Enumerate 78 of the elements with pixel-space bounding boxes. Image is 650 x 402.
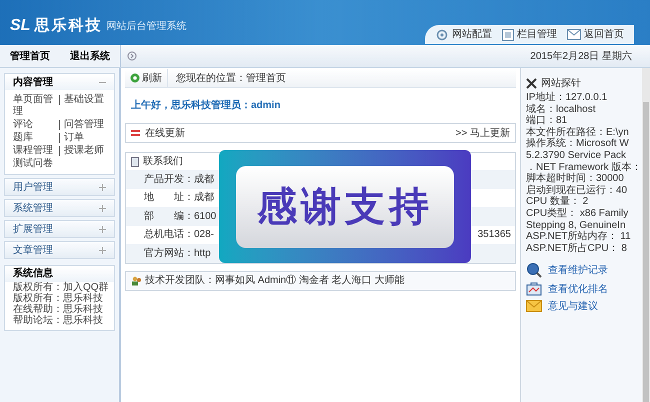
probe-line: ASP.NET所占CPU： 8	[526, 242, 628, 254]
menu-title: 文章管理	[13, 244, 53, 258]
refresh-icon	[130, 73, 140, 83]
breadcrumb: 您现在的位置：管理首页	[175, 72, 286, 86]
info-line: 版权所有：思乐科技	[12, 293, 104, 304]
probe-line: 本文件所在路径：E:\yn	[526, 126, 630, 138]
plus-icon	[99, 204, 106, 212]
probe-line: ASP.NET所站内存： 11	[526, 231, 632, 242]
menu-header[interactable]: 文章管理	[5, 242, 114, 258]
probe-link[interactable]: 意见与建议	[548, 300, 598, 312]
update-title: 在线更新	[145, 126, 185, 140]
top-tab[interactable]: 管理首页	[10, 48, 50, 64]
menu-link[interactable]: 题库	[13, 132, 55, 144]
contact-info: 官方网站：http	[144, 246, 211, 261]
menu-title: 系统管理	[13, 202, 53, 216]
briefcase-icon	[526, 282, 542, 296]
menu-link[interactable]: 授课老师	[64, 145, 104, 157]
menu-link[interactable]: 基础设置	[64, 94, 104, 106]
menu-header[interactable]: 用户管理	[5, 179, 114, 195]
plus-icon	[99, 226, 106, 232]
probe-line: CPU 数量： 2	[526, 196, 590, 208]
probe-line: 域名：localhost	[526, 104, 596, 115]
contact-info-tail: 351365	[478, 228, 511, 242]
contact-info: 产品开发：成都	[144, 172, 214, 187]
header-nav-link[interactable]: 返回首页	[567, 27, 624, 42]
info-line: 帮助论坛：思乐科技	[12, 315, 104, 326]
contact-info: 部 编：6100	[144, 210, 216, 224]
header-nav-link[interactable]: 网站配置	[435, 27, 492, 42]
contact-title: 联系我们	[143, 154, 183, 169]
probe-line: 操作系统：Microsoft W	[526, 138, 630, 150]
menu-link[interactable]: 评论	[13, 119, 55, 131]
system-subtitle: 网站后台管理系统	[106, 20, 186, 34]
menu-header[interactable]: 系统管理	[5, 200, 114, 216]
menu-header[interactable]: 内容管理	[5, 74, 114, 90]
probe-title: 网站探针	[541, 76, 581, 90]
probe-line: IP地址：127.0.0.1	[526, 92, 608, 104]
document-icon	[131, 156, 139, 166]
menu-header[interactable]: 扩展管理	[5, 221, 114, 237]
menu-title: 内容管理	[13, 75, 53, 90]
probe-link[interactable]: 查看优化排名	[548, 284, 608, 295]
update-now-link[interactable]: >> 马上更新	[456, 126, 510, 140]
envelope-icon	[526, 300, 542, 312]
thanks-text: 感谢支持	[257, 184, 433, 230]
probe-line: 5.2.3790 Service Pack	[526, 150, 628, 162]
contact-info: 总机电话：028-	[144, 228, 214, 242]
menu-link[interactable]: 订单	[64, 132, 84, 144]
probe-line: Stepping 8, GenuineIn	[526, 220, 627, 231]
list-icon	[502, 28, 514, 40]
header-nav-link[interactable]: 栏目管理	[502, 27, 557, 42]
scrollbar-thumb[interactable]	[643, 102, 649, 402]
probe-line: CPU类型： x86 Family	[526, 208, 630, 220]
mail-icon	[567, 29, 581, 40]
menu-link[interactable]: 问答管理	[64, 119, 104, 131]
refresh-button[interactable]: 刷新	[125, 69, 168, 87]
probe-line: ．NET Framework 版本：	[526, 162, 642, 173]
menu-title: 用户管理	[13, 180, 53, 194]
menu-link[interactable]: 单页面管理	[13, 94, 55, 118]
team-text: 技术开发团队：网事如风 Admin⑪ 淘金者 老人海口 大师能	[145, 274, 404, 288]
menu-title: 扩展管理	[13, 222, 53, 236]
info-line: 版权所有：加入QQ群	[12, 282, 110, 293]
magnifier-icon	[526, 262, 542, 278]
logo-mark: SL	[10, 16, 30, 36]
probe-link[interactable]: 查看维护记录	[548, 264, 608, 276]
plus-icon	[99, 246, 106, 254]
contact-info: 地 址：成都	[144, 190, 214, 206]
info-line: 在线帮助：思乐科技	[12, 304, 104, 315]
top-tab[interactable]: 退出系统	[70, 48, 110, 64]
info-title: 系统信息	[5, 266, 114, 282]
probe-line: 启动到现在已运行：40	[526, 184, 628, 196]
date-text: 2015年2月28日 星期六	[530, 50, 632, 64]
menu-link[interactable]: 测试问卷	[13, 158, 55, 170]
people-icon	[131, 276, 142, 286]
brand-name: 思乐科技	[34, 16, 102, 36]
menu-link[interactable]: 课程管理	[13, 145, 55, 157]
greeting-text: 上午好，思乐科技管理员：admin	[130, 98, 282, 113]
plus-icon	[99, 184, 106, 190]
probe-line: 脚本超时时间：30000	[526, 173, 625, 184]
probe-line: 端口：81	[526, 115, 568, 126]
